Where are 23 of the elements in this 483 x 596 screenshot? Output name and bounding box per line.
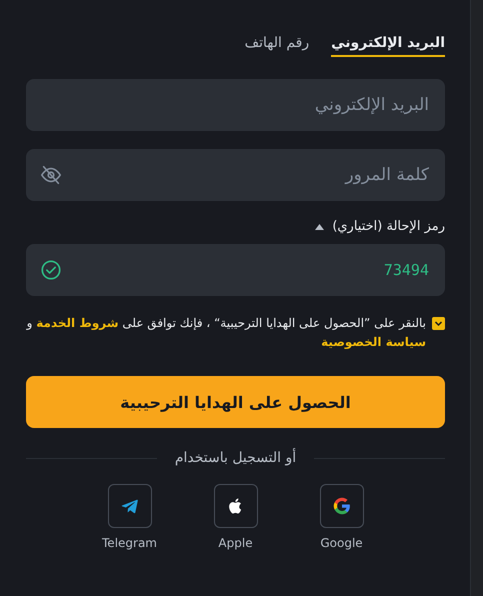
- email-field[interactable]: البريد الإلكتروني: [26, 79, 445, 131]
- social-label: Apple: [218, 536, 253, 550]
- privacy-link[interactable]: سياسة الخصوصية: [321, 335, 426, 349]
- telegram-login-button[interactable]: [108, 484, 152, 528]
- agreement-text: بالنقر على ”الحصول على الهدايا الترحيبية“ ، فإنك توافق على شروط الخدمة و سياسة الخصوصية: [26, 315, 426, 351]
- referral-label: رمز الإحالة (اختياري): [332, 219, 445, 234]
- referral-code-field[interactable]: 73494: [26, 244, 445, 296]
- terms-link[interactable]: شروط الخدمة: [36, 316, 119, 330]
- paper-plane-icon: [120, 497, 138, 515]
- referral-code: 73494: [382, 261, 429, 279]
- collapse-caret-icon[interactable]: [315, 224, 324, 230]
- eye-off-icon[interactable]: [40, 164, 62, 186]
- social-label: Telegram: [102, 536, 157, 550]
- google-icon: [332, 497, 350, 515]
- password-field[interactable]: كلمة المرور: [26, 149, 445, 201]
- social-label: Google: [320, 536, 363, 550]
- tab[interactable]: البريد الإلكتروني: [331, 35, 445, 57]
- tab[interactable]: رقم الهاتف: [244, 35, 310, 57]
- divider-text: أو التسجيل باستخدام: [174, 450, 296, 466]
- checkbox[interactable]: [432, 317, 445, 330]
- apple-login-button[interactable]: [214, 484, 258, 528]
- google-login-button[interactable]: [320, 484, 364, 528]
- submit-button[interactable]: الحصول على الهدايا الترحيبية: [26, 376, 445, 428]
